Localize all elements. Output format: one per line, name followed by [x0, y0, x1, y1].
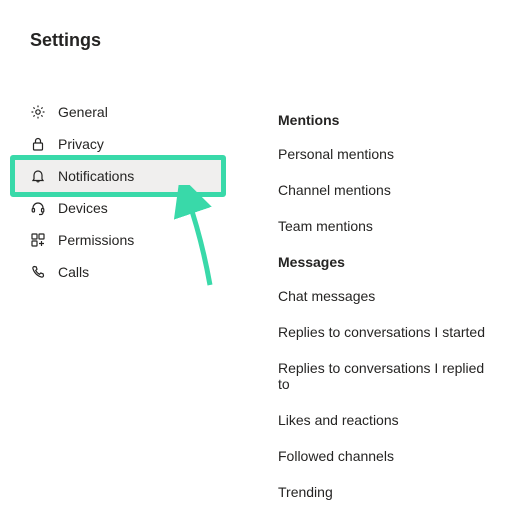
sidebar-item-label: Privacy [58, 136, 104, 152]
page-title: Settings [30, 30, 101, 51]
sidebar-item-label: Calls [58, 264, 89, 280]
section-header-mentions: Mentions [278, 112, 498, 128]
gear-icon [30, 104, 46, 120]
lock-icon [30, 136, 46, 152]
sidebar-item-general[interactable]: General [14, 96, 224, 128]
setting-row[interactable]: Trending [278, 484, 498, 500]
sidebar-item-devices[interactable]: Devices [14, 192, 224, 224]
headset-icon [30, 200, 46, 216]
setting-row[interactable]: Channel mentions [278, 182, 498, 198]
bell-icon [30, 168, 46, 184]
sidebar-item-label: Notifications [58, 168, 134, 184]
sidebar-item-label: General [58, 104, 108, 120]
apps-icon [30, 232, 46, 248]
setting-row[interactable]: Team mentions [278, 218, 498, 234]
sidebar-item-label: Permissions [58, 232, 134, 248]
sidebar-item-calls[interactable]: Calls [14, 256, 224, 288]
sidebar-item-privacy[interactable]: Privacy [14, 128, 224, 160]
setting-row[interactable]: Likes and reactions [278, 412, 498, 428]
sidebar-item-label: Devices [58, 200, 108, 216]
settings-content: Mentions Personal mentions Channel menti… [278, 104, 498, 520]
section-header-messages: Messages [278, 254, 498, 270]
sidebar-item-permissions[interactable]: Permissions [14, 224, 224, 256]
setting-row[interactable]: Chat messages [278, 288, 498, 304]
sidebar-item-notifications[interactable]: Notifications [14, 160, 224, 192]
setting-row[interactable]: Personal mentions [278, 146, 498, 162]
setting-row[interactable]: Followed channels [278, 448, 498, 464]
phone-icon [30, 264, 46, 280]
setting-row[interactable]: Replies to conversations I replied to [278, 360, 498, 392]
setting-row[interactable]: Replies to conversations I started [278, 324, 498, 340]
settings-sidebar: General Privacy Notifications Devices Pe… [14, 96, 224, 288]
